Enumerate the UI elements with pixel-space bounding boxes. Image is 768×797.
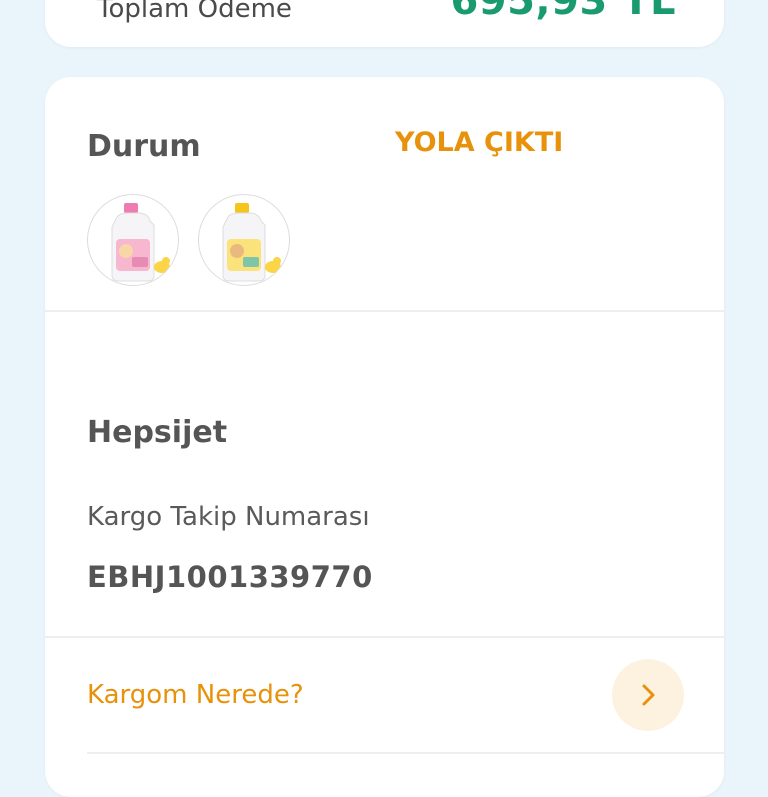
total-payment-label: Toplam Ödeme [97, 0, 292, 24]
shipment-card: Durum YOLA ÇIKTI Hepsijet Kargo Takip Nu… [45, 77, 724, 797]
yellow-bottle-image [222, 203, 281, 282]
status-value: YOLA ÇIKTI [395, 127, 564, 158]
tracking-number-label: Kargo Takip Numarası [87, 502, 370, 532]
chevron-right-icon [642, 684, 655, 706]
product-thumbnail[interactable] [198, 194, 290, 286]
tracking-number: EBHJ1001339770 [87, 560, 373, 594]
payment-summary-card: Toplam Ödeme 695,93 TL [45, 0, 724, 47]
where-is-my-cargo-link[interactable]: Kargom Nerede? [87, 680, 304, 710]
cargo-details-button[interactable] [612, 659, 684, 731]
divider [45, 310, 724, 312]
divider [87, 752, 724, 754]
divider [45, 636, 724, 638]
status-label: Durum [87, 129, 201, 164]
product-thumbnail[interactable] [87, 194, 179, 286]
total-payment-value: 695,93 TL [450, 0, 676, 24]
pink-bottle-image [111, 203, 170, 282]
carrier-name: Hepsijet [87, 415, 228, 450]
